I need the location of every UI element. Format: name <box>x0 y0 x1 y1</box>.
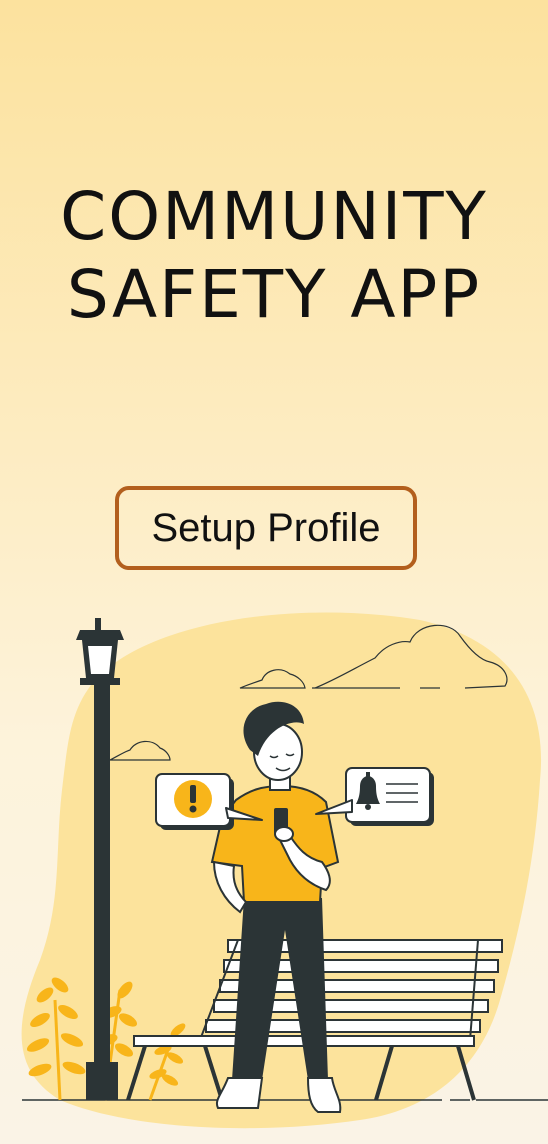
exclamation-icon <box>174 780 212 818</box>
app-title-line-2: SAFETY APP <box>66 256 482 333</box>
app-title-line-1: COMMUNITY <box>60 178 488 255</box>
hero-illustration <box>21 612 548 1129</box>
app-title: COMMUNITY SAFETY APP <box>0 178 548 334</box>
setup-profile-button[interactable]: Setup Profile <box>115 486 417 570</box>
